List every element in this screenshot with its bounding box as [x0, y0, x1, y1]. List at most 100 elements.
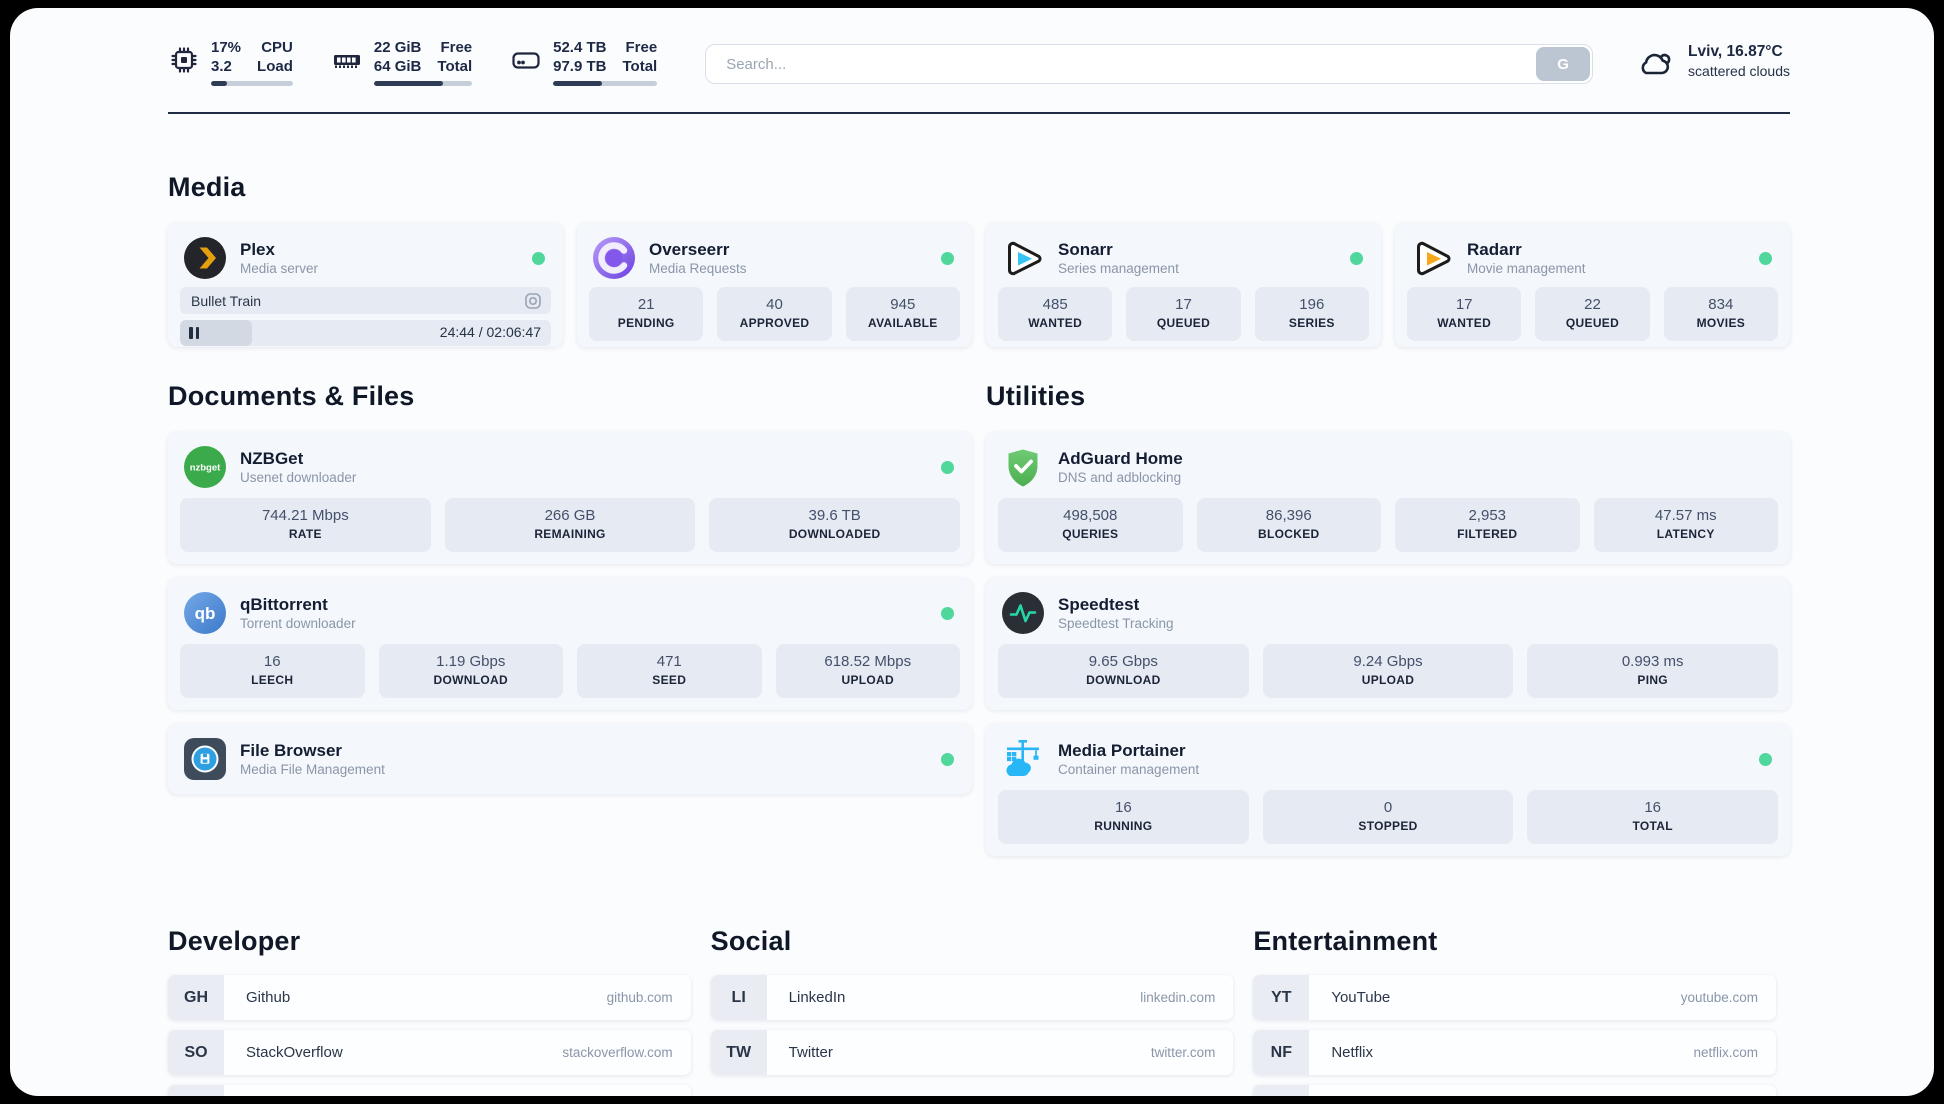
session-icon[interactable] — [524, 292, 542, 310]
qbittorrent-icon: qb — [184, 592, 226, 634]
link-url: github.com — [606, 990, 673, 1005]
status-dot — [532, 251, 545, 265]
social-links-column: Social LI LinkedIn linkedin.com TW Twitt… — [710, 926, 1248, 1096]
service-card-speedtest[interactable]: Speedtest Speedtest Tracking 9.65 Gbps DO… — [986, 578, 1790, 710]
plex-icon — [184, 237, 226, 279]
service-subtitle: Series management — [1058, 260, 1179, 276]
stat-chip: 196 SERIES — [1254, 287, 1369, 341]
hard-drive-icon — [512, 52, 540, 69]
service-subtitle: Media Requests — [649, 260, 747, 276]
service-card-adguard[interactable]: AdGuard Home DNS and adblocking 498,508 Q… — [986, 432, 1790, 564]
link-row-reddit[interactable]: RE Reddit reddit.com — [1253, 1085, 1776, 1096]
service-subtitle: Torrent downloader — [240, 615, 356, 631]
stat-chip: 744.21 Mbps RATE — [180, 498, 431, 552]
link-name: Twitter — [788, 1044, 833, 1061]
link-row-netflix[interactable]: NF Netflix netflix.com — [1253, 1030, 1776, 1075]
status-dot — [941, 251, 954, 265]
service-title: Speedtest — [1058, 594, 1140, 614]
service-title: Sonarr — [1058, 239, 1113, 259]
link-url: linkedin.com — [1140, 990, 1216, 1005]
service-card-radarr[interactable]: Radarr Movie management 17 WANTED 22 QUEUE… — [1395, 223, 1790, 347]
service-title: qBittorrent — [240, 594, 328, 614]
stat-chip: 9.24 Gbps UPLOAD — [1262, 644, 1514, 698]
service-subtitle: Movie management — [1467, 260, 1586, 276]
service-title: NZBGet — [240, 448, 304, 468]
search-engine-button[interactable]: G — [1536, 47, 1591, 81]
link-name: LinkedIn — [788, 989, 846, 1006]
service-card-filebrowser[interactable]: File Browser Media File Management — [168, 724, 972, 794]
svg-text:nzbget: nzbget — [190, 463, 221, 474]
stat-chip: 16 TOTAL — [1527, 790, 1779, 844]
link-url: youtube.com — [1680, 990, 1758, 1005]
stat-chip: 471 SEED — [577, 644, 762, 698]
svg-text:qb: qb — [195, 604, 216, 623]
link-name: YouTube — [1331, 989, 1391, 1006]
cloud-icon — [1641, 53, 1671, 74]
status-dot — [1759, 251, 1772, 265]
portainer-icon — [1002, 738, 1044, 780]
disk-progress — [553, 81, 658, 86]
status-dot — [1759, 752, 1772, 766]
stat-chip: 39.6 TB DOWNLOADED — [709, 498, 961, 552]
section-title-media: Media — [168, 172, 246, 202]
service-card-qbittorrent[interactable]: qb qBittorrent Torrent downloader 16 LEEC… — [168, 578, 972, 710]
link-url: twitter.com — [1150, 1045, 1216, 1060]
stat-chip: 22 QUEUED — [1535, 287, 1650, 341]
link-name: Netflix — [1331, 1044, 1374, 1061]
stat-chip: 834 MOVIES — [1663, 287, 1778, 341]
overseerr-icon — [593, 237, 635, 279]
service-subtitle: Media server — [240, 260, 319, 276]
link-initials: DT — [168, 1085, 224, 1096]
service-title: Plex — [240, 239, 275, 259]
plex-now-playing: Bullet Train 24:44 / 02:06:47 — [168, 287, 563, 358]
service-subtitle: DNS and adblocking — [1058, 469, 1182, 485]
header-divider — [168, 112, 1790, 114]
service-title: Radarr — [1467, 239, 1522, 259]
stat-chip: 485 WANTED — [998, 287, 1113, 341]
cpu-progress — [211, 81, 293, 86]
cpu-values: 17% 3.2 — [211, 39, 242, 75]
entertainment-links-column: Entertainment YT YouTube youtube.com NF … — [1253, 926, 1790, 1096]
link-initials: YT — [1253, 975, 1310, 1020]
status-dot — [941, 752, 954, 766]
link-row-stackoverflow[interactable]: SO StackOverflow stackoverflow.com — [168, 1030, 691, 1075]
stat-chip: 17 WANTED — [1407, 287, 1522, 341]
service-title: Media Portainer — [1058, 740, 1186, 760]
stat-chip: 16 RUNNING — [998, 790, 1249, 844]
status-dot — [1350, 251, 1363, 265]
playback-progress-bar[interactable]: 24:44 / 02:06:47 — [180, 320, 551, 346]
media-cards-row: Plex Media server Bullet Train 24:44 / 0… — [168, 223, 1790, 347]
link-row-github[interactable]: GH Github github.com — [168, 975, 691, 1020]
status-dot — [941, 606, 954, 620]
disk-labels: Free Total — [622, 39, 658, 75]
link-row-linkedin[interactable]: LI LinkedIn linkedin.com — [710, 975, 1234, 1020]
sonarr-icon — [1002, 237, 1044, 279]
stat-chip: 2,953 FILTERED — [1395, 498, 1580, 552]
disk-values: 52.4 TB 97.9 TB — [553, 39, 607, 75]
search-input[interactable] — [705, 44, 1594, 84]
service-subtitle: Media File Management — [240, 761, 385, 777]
link-name: Github — [246, 989, 291, 1006]
section-title-entertainment: Entertainment — [1253, 926, 1438, 956]
service-card-sonarr[interactable]: Sonarr Series management 485 WANTED 17 QUE… — [986, 223, 1381, 347]
service-card-portainer[interactable]: Media Portainer Container management 16 R… — [986, 724, 1790, 856]
memory-labels: Free Total — [437, 39, 473, 75]
service-subtitle: Usenet downloader — [240, 469, 357, 485]
service-card-nzbget[interactable]: nzbget NZBGet Usenet downloader 744.21 M… — [168, 432, 972, 564]
service-card-plex[interactable]: Plex Media server Bullet Train 24:44 / 0… — [168, 223, 563, 347]
stat-chip: 618.52 Mbps UPLOAD — [775, 644, 960, 698]
link-initials: RE — [1253, 1085, 1310, 1096]
link-initials: LI — [710, 975, 767, 1020]
service-title: File Browser — [240, 740, 343, 760]
service-card-overseerr[interactable]: Overseerr Media Requests 21 PENDING 40 APP… — [577, 223, 972, 347]
link-row-twitter[interactable]: TW Twitter twitter.com — [710, 1030, 1234, 1075]
documents-column: Documents & Files nzbget NZBGet Usenet d… — [168, 381, 972, 808]
speedtest-icon — [1002, 592, 1044, 634]
pause-icon[interactable] — [189, 327, 199, 339]
memory-progress — [373, 81, 473, 86]
stat-chip: 16 LEECH — [180, 644, 365, 698]
weather-location: Lviv, 16.87°C — [1688, 43, 1783, 60]
link-row-dev[interactable]: DT DEV dev.to — [168, 1085, 691, 1096]
link-row-youtube[interactable]: YT YouTube youtube.com — [1253, 975, 1776, 1020]
nzbget-icon: nzbget — [184, 446, 226, 488]
